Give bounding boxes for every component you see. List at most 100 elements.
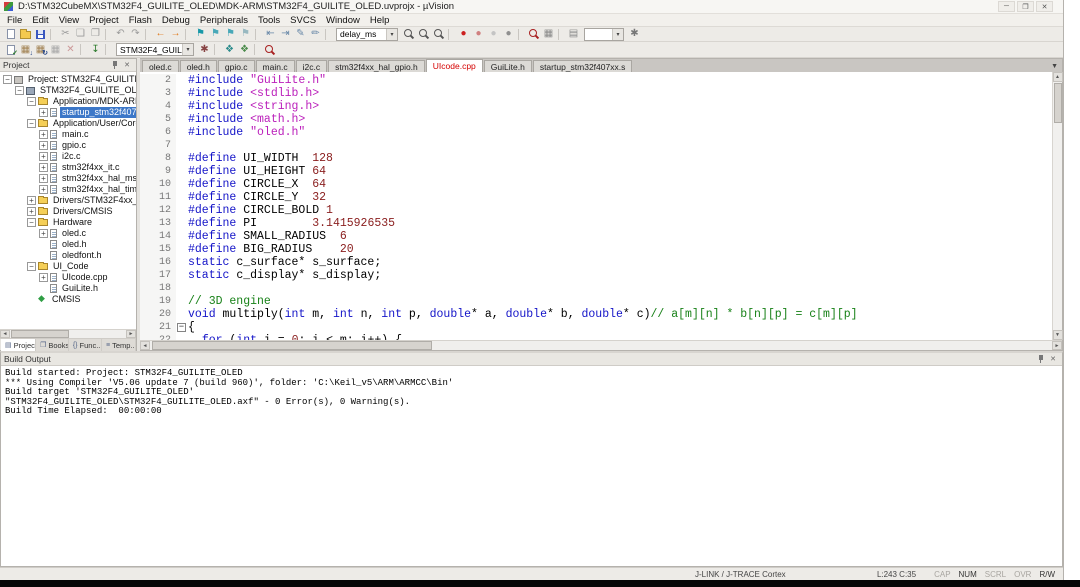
translate-file-icon[interactable]: ✓ bbox=[3, 43, 18, 56]
tree-item[interactable]: −Project: STM32F4_GUILITE_OLED bbox=[0, 74, 136, 85]
tree-item[interactable]: oledfont.h bbox=[0, 250, 136, 261]
code-line[interactable]: 9#define UI_HEIGHT 64 bbox=[140, 165, 1052, 178]
next-bookmark-icon[interactable]: ⚑ bbox=[223, 28, 238, 41]
tree-item[interactable]: +oled.c bbox=[0, 228, 136, 239]
editor-tab[interactable]: i2c.c bbox=[296, 60, 327, 72]
editor-tab[interactable]: oled.c bbox=[142, 60, 179, 72]
navigate-back-icon[interactable]: ← bbox=[153, 28, 168, 41]
tree-item[interactable]: −UI_Code bbox=[0, 261, 136, 272]
menu-file[interactable]: File bbox=[2, 15, 27, 26]
tree-item[interactable]: +stm32f4xx_it.c bbox=[0, 162, 136, 173]
editor-tab[interactable]: UIcode.cpp bbox=[426, 59, 483, 72]
build-output-content[interactable]: Build started: Project: STM32F4_GUILITE_… bbox=[1, 366, 1062, 566]
expand-box[interactable]: + bbox=[39, 273, 48, 282]
scroll-left-icon[interactable]: ◄ bbox=[140, 341, 150, 350]
expand-box[interactable]: + bbox=[39, 163, 48, 172]
uncomment-icon[interactable]: ✏ bbox=[308, 28, 323, 41]
menu-window[interactable]: Window bbox=[321, 15, 365, 26]
panel-tab-books[interactable]: ❐Books bbox=[36, 339, 69, 351]
tree-item[interactable]: −Application/MDK-ARM bbox=[0, 96, 136, 107]
collapse-box[interactable]: − bbox=[27, 262, 36, 271]
comment-icon[interactable]: ✎ bbox=[293, 28, 308, 41]
editor-tab[interactable]: stm32f4xx_hal_gpio.h bbox=[328, 60, 425, 72]
panel-tab-func[interactable]: {}Func... bbox=[69, 339, 102, 351]
expand-box[interactable]: + bbox=[39, 130, 48, 139]
pin-panel-button[interactable] bbox=[1035, 354, 1047, 365]
configure-combobox[interactable]: ▾ bbox=[584, 28, 624, 41]
copy-icon[interactable]: ❏ bbox=[73, 28, 88, 41]
scroll-track[interactable] bbox=[10, 330, 126, 338]
editor-tab[interactable]: oled.h bbox=[180, 60, 217, 72]
new-file-icon[interactable] bbox=[3, 28, 18, 41]
code-line[interactable]: 7 bbox=[140, 139, 1052, 152]
debug-session-icon[interactable] bbox=[262, 43, 277, 56]
tree-item[interactable]: +UIcode.cpp bbox=[0, 272, 136, 283]
close-button[interactable]: ✕ bbox=[1036, 1, 1053, 12]
clear-bookmarks-icon[interactable]: ⚑ bbox=[238, 28, 253, 41]
code-editor[interactable]: 2#include "GuiLite.h"3#include <stdlib.h… bbox=[140, 72, 1052, 340]
code-line[interactable]: 16static c_surface* s_surface; bbox=[140, 256, 1052, 269]
tree-item[interactable]: GuiLite.h bbox=[0, 283, 136, 294]
indent-icon[interactable]: ⇥ bbox=[278, 28, 293, 41]
panel-tab-temp[interactable]: ≡Temp... bbox=[102, 339, 136, 351]
chevron-down-icon[interactable]: ▾ bbox=[386, 29, 397, 40]
menu-svcs[interactable]: SVCS bbox=[285, 15, 321, 26]
scroll-thumb[interactable] bbox=[11, 330, 69, 338]
tree-item[interactable]: +stm32f4xx_hal_timebase_tim.c bbox=[0, 184, 136, 195]
chevron-down-icon[interactable]: ▾ bbox=[182, 44, 193, 55]
code-line[interactable]: 8#define UI_WIDTH 128 bbox=[140, 152, 1052, 165]
navigate-forward-icon[interactable]: → bbox=[168, 28, 183, 41]
code-line[interactable]: 11#define CIRCLE_Y 32 bbox=[140, 191, 1052, 204]
insert-breakpoint-icon[interactable]: ● bbox=[456, 28, 471, 41]
unindent-icon[interactable]: ⇤ bbox=[263, 28, 278, 41]
editor-tab[interactable]: gpio.c bbox=[218, 60, 255, 72]
periodic-window-update-icon[interactable]: ▦ bbox=[541, 28, 556, 41]
expand-box[interactable]: + bbox=[39, 108, 48, 117]
disable-breakpoints-icon[interactable]: ● bbox=[486, 28, 501, 41]
manage-rte-icon[interactable]: ❖ bbox=[237, 43, 252, 56]
editor-tab[interactable]: GuiLite.h bbox=[484, 60, 532, 72]
code-line[interactable]: 6#include "oled.h" bbox=[140, 126, 1052, 139]
minimize-button[interactable]: ─ bbox=[998, 1, 1015, 12]
previous-bookmark-icon[interactable]: ⚑ bbox=[208, 28, 223, 41]
tree-item[interactable]: +stm32f4xx_hal_msp.c bbox=[0, 173, 136, 184]
enable-breakpoint-icon[interactable]: ● bbox=[471, 28, 486, 41]
build-target-icon[interactable]: ▦↓ bbox=[18, 43, 33, 56]
tree-item[interactable]: +Drivers/STM32F4xx_HAL_Driver bbox=[0, 195, 136, 206]
collapse-box[interactable]: − bbox=[27, 218, 36, 227]
editor-tab[interactable]: startup_stm32f407xx.s bbox=[533, 60, 633, 72]
find-text-combobox[interactable]: delay_ms▾ bbox=[336, 28, 398, 41]
code-line[interactable]: 12#define CIRCLE_BOLD 1 bbox=[140, 204, 1052, 217]
code-line[interactable]: 17static c_display* s_display; bbox=[140, 269, 1052, 282]
collapse-box[interactable]: − bbox=[15, 86, 24, 95]
file-extensions-icon[interactable]: ❖ bbox=[222, 43, 237, 56]
maximize-button[interactable]: ❐ bbox=[1017, 1, 1034, 12]
tree-item[interactable]: −Application/User/Core bbox=[0, 118, 136, 129]
tree-item[interactable]: −Hardware bbox=[0, 217, 136, 228]
code-line[interactable]: 19// 3D engine bbox=[140, 295, 1052, 308]
scroll-right-icon[interactable]: ► bbox=[126, 330, 136, 338]
close-panel-button[interactable]: ✕ bbox=[121, 60, 133, 71]
scroll-down-icon[interactable]: ▼ bbox=[1053, 330, 1063, 340]
save-icon[interactable] bbox=[33, 28, 48, 41]
code-line[interactable]: 18 bbox=[140, 282, 1052, 295]
menu-edit[interactable]: Edit bbox=[27, 15, 53, 26]
window-layout-icon[interactable]: ▤ bbox=[566, 28, 581, 41]
tree-item[interactable]: +Drivers/CMSIS bbox=[0, 206, 136, 217]
scroll-track[interactable] bbox=[150, 341, 1052, 350]
paste-icon[interactable]: ❐ bbox=[88, 28, 103, 41]
download-flash-icon[interactable]: ↧ bbox=[88, 43, 103, 56]
panel-tab-project[interactable]: ▤Project bbox=[1, 339, 36, 351]
menu-help[interactable]: Help bbox=[365, 15, 395, 26]
expand-box[interactable]: + bbox=[39, 229, 48, 238]
tree-item[interactable]: −STM32F4_GUILITE_OLED bbox=[0, 85, 136, 96]
collapse-box[interactable]: − bbox=[27, 97, 36, 106]
code-line[interactable]: 21−{ bbox=[140, 321, 1052, 334]
code-line[interactable]: 10#define CIRCLE_X 64 bbox=[140, 178, 1052, 191]
kill-breakpoints-icon[interactable]: ● bbox=[501, 28, 516, 41]
scroll-thumb[interactable] bbox=[152, 341, 432, 350]
rebuild-all-icon[interactable]: ▦↻ bbox=[33, 43, 48, 56]
code-line[interactable]: 4#include <string.h> bbox=[140, 100, 1052, 113]
expand-box[interactable]: + bbox=[39, 152, 48, 161]
code-line[interactable]: 2#include "GuiLite.h" bbox=[140, 74, 1052, 87]
